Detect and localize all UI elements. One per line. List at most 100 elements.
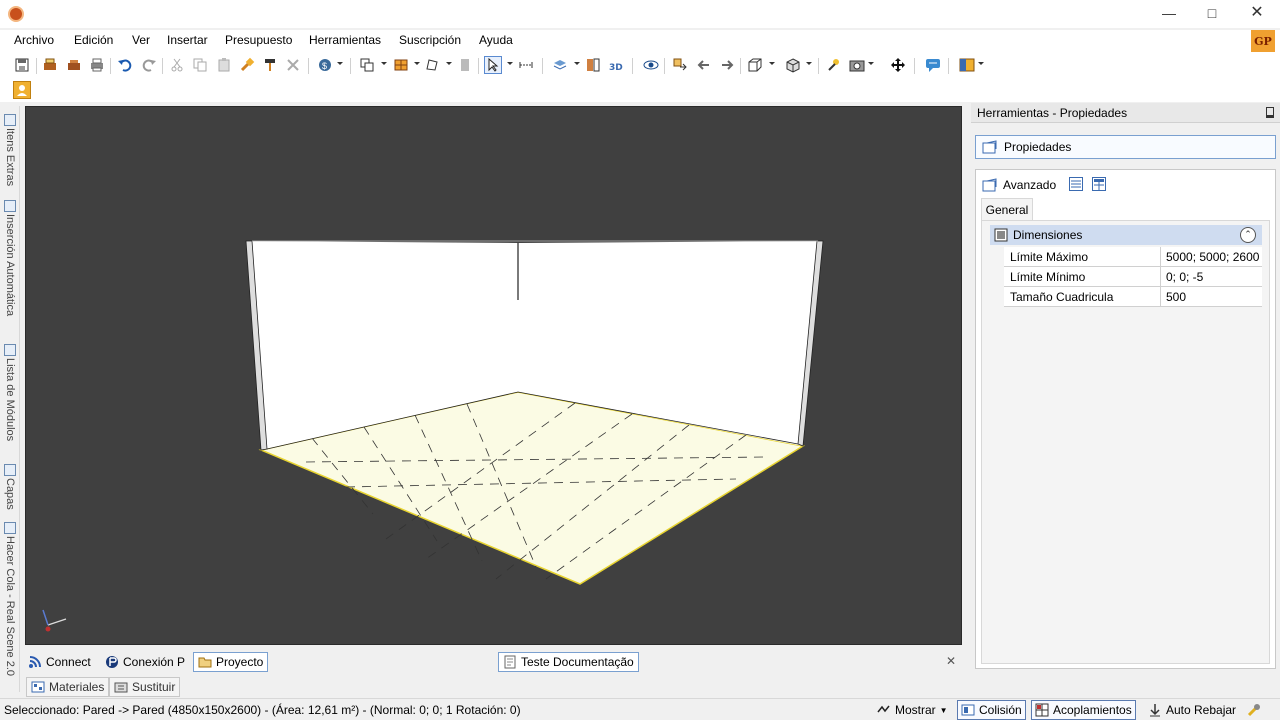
layers-icon[interactable] — [551, 56, 569, 74]
close-tab-icon[interactable]: ✕ — [946, 654, 956, 668]
print-icon[interactable] — [88, 56, 106, 74]
module-icon[interactable] — [392, 56, 410, 74]
replace-icon — [114, 682, 128, 693]
tab-itens-extras[interactable]: Itens Extras — [0, 110, 20, 186]
user-profile-icon[interactable] — [13, 81, 31, 99]
budget-icon[interactable]: $ — [316, 56, 334, 74]
arrow-right-icon[interactable] — [718, 56, 736, 74]
tab-capas[interactable]: Capas — [0, 460, 20, 510]
menu-edicion[interactable]: Edición — [74, 33, 113, 47]
select-pointer-icon[interactable] — [484, 56, 502, 74]
undo-icon[interactable] — [116, 56, 134, 74]
save-icon[interactable] — [13, 56, 31, 74]
colision-toggle[interactable]: Colisión — [957, 700, 1026, 720]
minimize-icon[interactable]: — — [1146, 0, 1192, 28]
user-avatar[interactable]: GP — [1251, 30, 1275, 54]
folder-icon — [198, 657, 212, 668]
tab-proyecto[interactable]: Proyecto — [193, 652, 269, 672]
secondary-toolbar — [0, 78, 1280, 102]
collision-icon — [961, 704, 975, 716]
eye-icon[interactable] — [642, 56, 660, 74]
view-box-icon[interactable] — [746, 56, 764, 74]
collapse-icon[interactable]: ⌃ — [1240, 227, 1256, 243]
menu-insertar[interactable]: Insertar — [167, 33, 208, 47]
status-bar: Seleccionado: Pared -> Pared (4850x150x2… — [0, 698, 1280, 720]
menu-archivo[interactable]: Archivo — [14, 33, 54, 47]
chevron-down-icon: ▼ — [939, 705, 948, 715]
redo-icon[interactable] — [140, 56, 158, 74]
paint-icon[interactable] — [238, 56, 256, 74]
render-icon[interactable] — [65, 56, 83, 74]
tab-conexion[interactable]: Conexión P — [101, 652, 189, 672]
properties-panel-header: Herramientas - Propiedades — [971, 103, 1280, 123]
document-icon — [504, 655, 516, 669]
3d-viewport[interactable] — [25, 106, 962, 645]
chat-icon[interactable] — [924, 56, 942, 74]
menu-bar: Archivo Edición Ver Insertar Presupuesto… — [0, 30, 1280, 52]
camera-icon[interactable] — [848, 56, 866, 74]
tab-sustituir[interactable]: Sustituir — [109, 677, 181, 697]
properties-button[interactable]: Propiedades — [975, 135, 1276, 159]
property-row-limite-maximo[interactable]: Límite Máximo 5000; 5000; 2600 — [1004, 247, 1262, 267]
shape-icon[interactable] — [423, 56, 441, 74]
app-logo-icon — [8, 6, 24, 22]
tab-hacer-cola[interactable]: Hacer Cola - Real Scene 2.0 — [0, 518, 20, 676]
measure-icon[interactable] — [517, 56, 535, 74]
arrow-left-icon[interactable] — [695, 56, 713, 74]
svg-text:$: $ — [322, 61, 327, 71]
menu-ayuda[interactable]: Ayuda — [479, 33, 513, 47]
module-list-icon — [4, 344, 16, 356]
auto-insert-icon — [4, 200, 16, 212]
mostrar-dropdown[interactable]: Mostrar ▼ — [874, 700, 951, 720]
layout-icon[interactable] — [358, 56, 376, 74]
tab-general[interactable]: General — [981, 198, 1033, 220]
panel-icon[interactable] — [456, 56, 474, 74]
dock-layout-icon[interactable] — [958, 56, 976, 74]
materials-icon — [31, 681, 45, 693]
title-bar: — □ ✕ — [0, 0, 1280, 28]
3d-scene[interactable] — [26, 107, 963, 646]
acoplamientos-toggle[interactable]: Acoplamientos — [1031, 700, 1136, 720]
hammer-icon[interactable] — [261, 56, 279, 74]
menu-presupuesto[interactable]: Presupuesto — [225, 33, 292, 47]
advanced-toggle[interactable]: Avanzado — [982, 176, 1056, 194]
coupling-icon — [1035, 703, 1049, 717]
render-queue-icon — [4, 522, 16, 534]
tab-teste-documentacao[interactable]: Teste Documentação — [498, 652, 639, 672]
light-icon[interactable] — [825, 56, 843, 74]
print-preview-icon[interactable] — [41, 56, 59, 74]
menu-ver[interactable]: Ver — [132, 33, 150, 47]
elevation-icon[interactable] — [584, 56, 602, 74]
view-3d-icon[interactable]: 3D — [607, 56, 625, 74]
lower-arrow-icon — [1150, 704, 1160, 717]
cut-icon[interactable] — [168, 56, 186, 74]
menu-herramientas[interactable]: Herramientas — [309, 33, 381, 47]
property-row-limite-minimo[interactable]: Límite Mínimo 0; 0; -5 — [1004, 267, 1262, 287]
paste-icon[interactable] — [215, 56, 233, 74]
show-icon — [877, 705, 890, 713]
auto-rebajar-toggle[interactable]: Auto Rebajar — [1145, 700, 1239, 720]
tab-insercion-automatica[interactable]: Inserción Automática — [0, 196, 20, 316]
pin-icon[interactable] — [1266, 107, 1274, 118]
move-object-icon[interactable] — [671, 56, 689, 74]
cube-icon[interactable] — [784, 56, 802, 74]
property-row-tamano-cuadricula[interactable]: Tamaño Cuadricula 500 — [1004, 287, 1262, 307]
tab-lista-modulos[interactable]: Lista de Módulos — [0, 340, 20, 441]
advanced-icon — [982, 178, 997, 192]
menu-suscripcion[interactable]: Suscripción — [399, 33, 461, 47]
tab-materiales[interactable]: Materiales — [26, 677, 110, 697]
pan-icon[interactable] — [889, 56, 907, 74]
category-dimensiones[interactable]: Dimensiones ⌃ — [990, 225, 1262, 245]
copy-icon[interactable] — [191, 56, 209, 74]
close-icon[interactable]: ✕ — [1234, 0, 1280, 28]
alphabetical-view-icon[interactable] — [1092, 177, 1106, 191]
rss-icon — [29, 656, 41, 668]
properties-icon — [982, 140, 997, 154]
bottom-tab-row: Connect Conexión P Proyecto Teste Docume… — [20, 650, 965, 672]
dimensions-icon — [994, 228, 1008, 242]
wrench-icon[interactable] — [1246, 702, 1262, 720]
tab-connect[interactable]: Connect — [24, 652, 95, 672]
delete-icon[interactable] — [284, 56, 302, 74]
maximize-icon[interactable]: □ — [1189, 0, 1235, 28]
categorized-view-icon[interactable] — [1069, 177, 1083, 191]
